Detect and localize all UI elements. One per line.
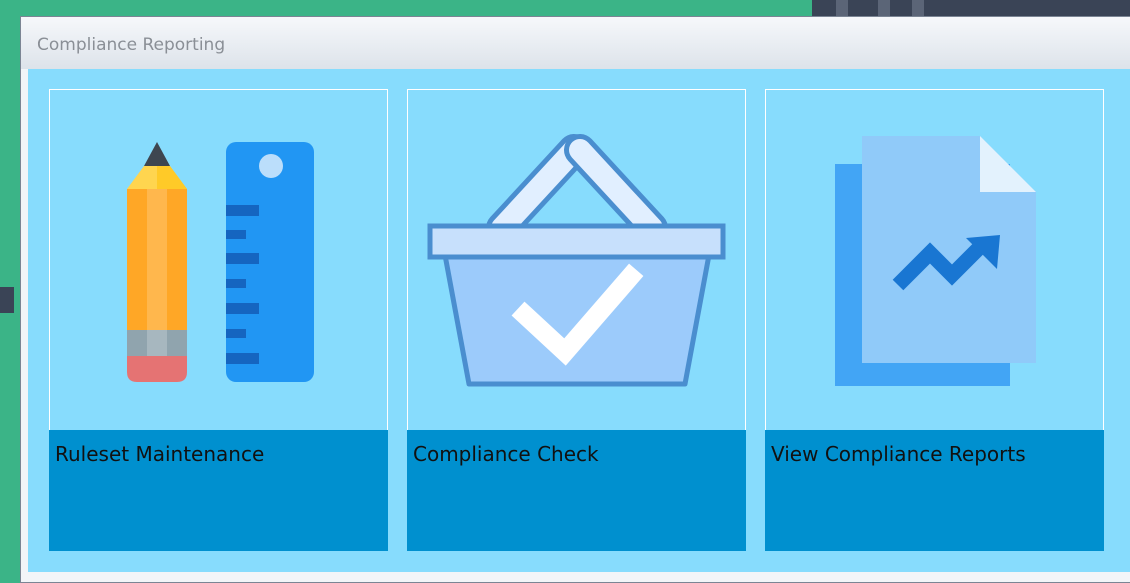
basket-check-icon <box>427 134 726 387</box>
tile-label: Ruleset Maintenance <box>55 442 265 466</box>
tile-image[interactable] <box>765 89 1104 430</box>
background-bar <box>836 0 848 16</box>
compliance-reporting-window: Compliance Reporting Ruleset Maintenance… <box>20 16 1130 583</box>
background-window-edge <box>812 0 1130 16</box>
compliance-check-tile[interactable]: Compliance Check <box>407 89 746 551</box>
tile-panel: Ruleset Maintenance Compliance Check Vie… <box>28 69 1130 572</box>
tile-caption[interactable]: Ruleset Maintenance <box>49 430 388 551</box>
tile-caption[interactable]: Compliance Check <box>407 430 746 551</box>
report-trend-icon <box>835 136 1036 386</box>
tile-image[interactable] <box>49 89 388 430</box>
ruleset-maintenance-tile[interactable]: Ruleset Maintenance <box>49 89 388 551</box>
background-bar <box>878 0 890 16</box>
background-bar <box>912 0 924 16</box>
view-compliance-reports-tile[interactable]: View Compliance Reports <box>765 89 1104 551</box>
window-title: Compliance Reporting <box>37 35 226 55</box>
tile-caption[interactable]: View Compliance Reports <box>765 430 1104 551</box>
pencil-ruler-icon <box>127 142 314 382</box>
tile-image[interactable] <box>407 89 746 430</box>
tile-label: Compliance Check <box>413 442 599 466</box>
title-bar[interactable]: Compliance Reporting <box>21 17 1130 69</box>
background-element <box>0 287 14 313</box>
tile-label: View Compliance Reports <box>771 442 1026 466</box>
